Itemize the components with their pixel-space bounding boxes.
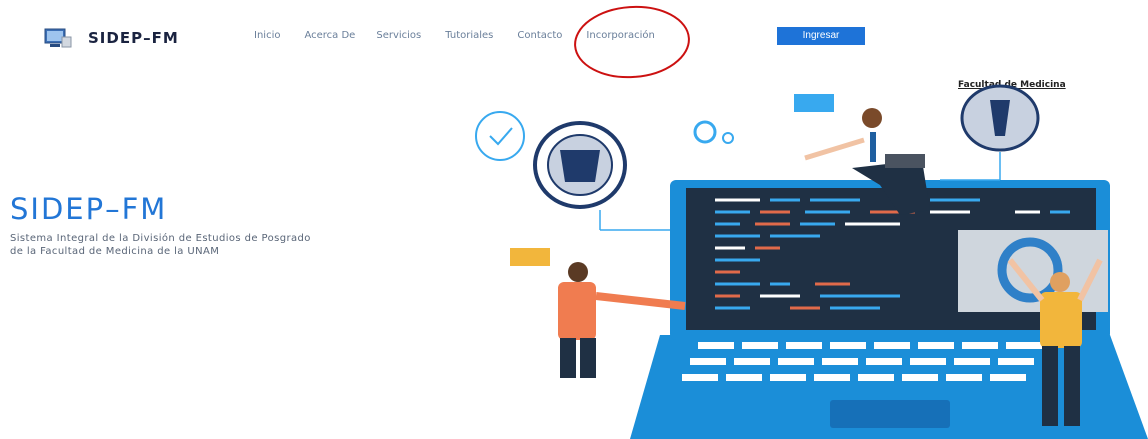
ingresar-button[interactable]: Ingresar: [777, 27, 865, 45]
gears-icon: [693, 120, 734, 144]
nav-item-contacto[interactable]: Contacto: [517, 30, 562, 41]
computer-monitor-icon: [44, 28, 72, 48]
hero-illustration: [475, 84, 1148, 439]
nav-item-inicio[interactable]: Inicio: [254, 30, 280, 41]
hero-subtitle-line-1: Sistema Integral de la División de Estud…: [10, 233, 311, 244]
hero-subtitle: Sistema Integral de la División de Estud…: [10, 232, 370, 258]
check-circle-icon: [475, 111, 525, 161]
nav-item-acerca-de[interactable]: Acerca De: [304, 30, 355, 41]
unam-seal-icon: [533, 121, 627, 209]
brand-logo[interactable]: SIDEP–FM: [44, 28, 179, 48]
hero-title: SIDEP–FM: [10, 192, 168, 226]
nav-item-tutoriales[interactable]: Tutoriales: [445, 30, 493, 41]
brand-name: SIDEP–FM: [88, 29, 179, 47]
nav-item-servicios[interactable]: Servicios: [376, 30, 421, 41]
hero-subtitle-line-2: de la Facultad de Medicina de la UNAM: [10, 246, 220, 257]
facultad-medicina-seal-icon: [960, 84, 1040, 152]
annotation-circle: [574, 5, 690, 79]
